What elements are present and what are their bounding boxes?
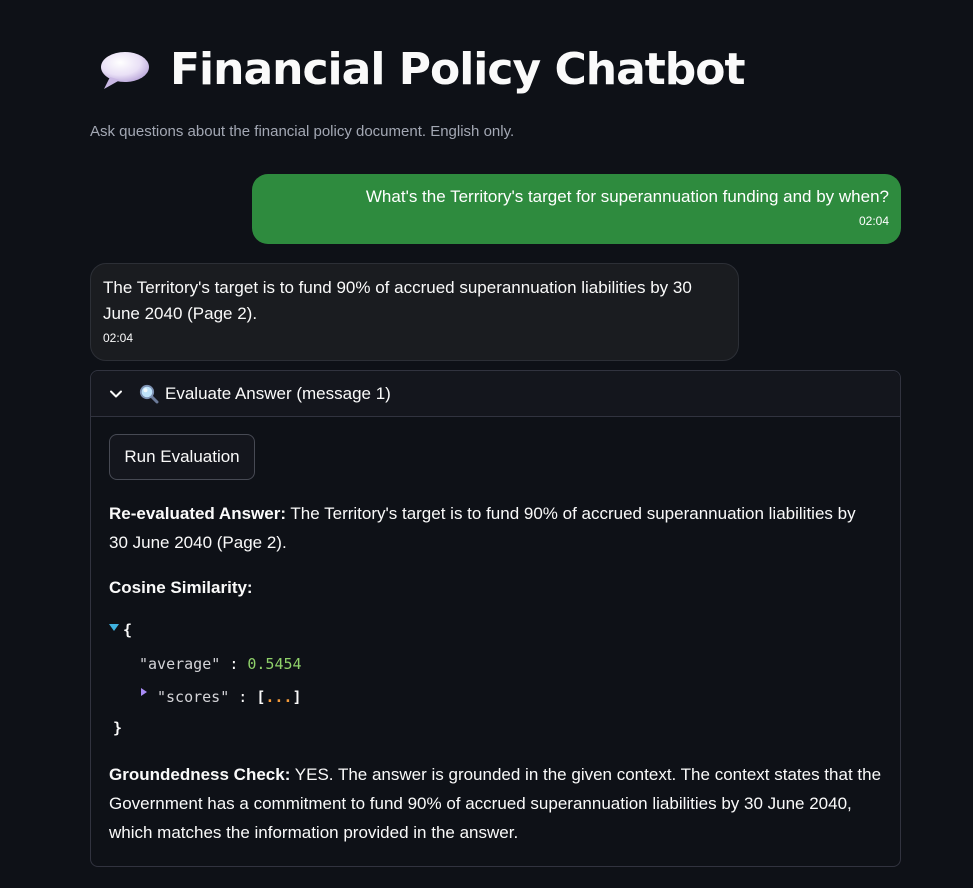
user-message-text: What's the Territory's target for supera…: [365, 187, 889, 206]
json-scores-ellipsis[interactable]: ...: [265, 688, 292, 706]
page-header: Financial Policy Chatbot: [98, 40, 746, 100]
reevaluated-answer: Re-evaluated Answer: The Territory's tar…: [109, 499, 879, 557]
json-scores-bracket: [...]: [256, 688, 302, 706]
app-page: Financial Policy Chatbot Ask questions a…: [0, 0, 973, 888]
expand-triangle-icon[interactable]: [109, 624, 119, 631]
json-scores-key: "scores": [157, 688, 230, 706]
json-root-line[interactable]: {: [109, 621, 132, 639]
cosine-similarity-label: Cosine Similarity:: [109, 578, 253, 597]
user-message-bubble: What's the Territory's target for supera…: [252, 174, 901, 244]
bot-message-text: The Territory's target is to fund 90% of…: [103, 278, 692, 323]
chevron-down-icon: [109, 387, 123, 401]
page-subtitle: Ask questions about the financial policy…: [90, 123, 515, 140]
json-average-value: 0.5454: [247, 655, 302, 673]
json-close-line: }: [113, 719, 122, 737]
evaluate-expander-label: Evaluate Answer (message 1): [165, 383, 391, 403]
collapse-triangle-icon[interactable]: [141, 688, 147, 696]
reevaluated-answer-label: Re-evaluated Answer:: [109, 504, 286, 523]
groundedness-label: Groundedness Check:: [109, 765, 291, 784]
json-colon: :: [229, 655, 239, 673]
user-message-time: 02:04: [858, 214, 889, 228]
evaluate-expander-header[interactable]: Evaluate Answer (message 1): [91, 371, 900, 417]
speech-bubble-icon: [98, 47, 152, 93]
magnifier-icon: [139, 384, 159, 404]
groundedness-check: Groundedness Check: YES. The answer is g…: [109, 760, 884, 847]
run-evaluation-button[interactable]: Run Evaluation: [109, 434, 255, 480]
bot-message-time: 02:04: [103, 331, 134, 345]
json-scores-line[interactable]: "scores" : [...]: [141, 688, 302, 706]
json-colon: :: [238, 688, 248, 706]
evaluate-expander: Evaluate Answer (message 1) Run Evaluati…: [90, 370, 901, 867]
json-close-brace: }: [113, 719, 123, 737]
json-open-brace: {: [123, 621, 133, 639]
json-average-key: "average": [139, 655, 221, 673]
bot-message-bubble: The Territory's target is to fund 90% of…: [90, 263, 739, 361]
json-average-line: "average" : 0.5454: [139, 655, 302, 673]
page-title: Financial Policy Chatbot: [170, 44, 746, 95]
